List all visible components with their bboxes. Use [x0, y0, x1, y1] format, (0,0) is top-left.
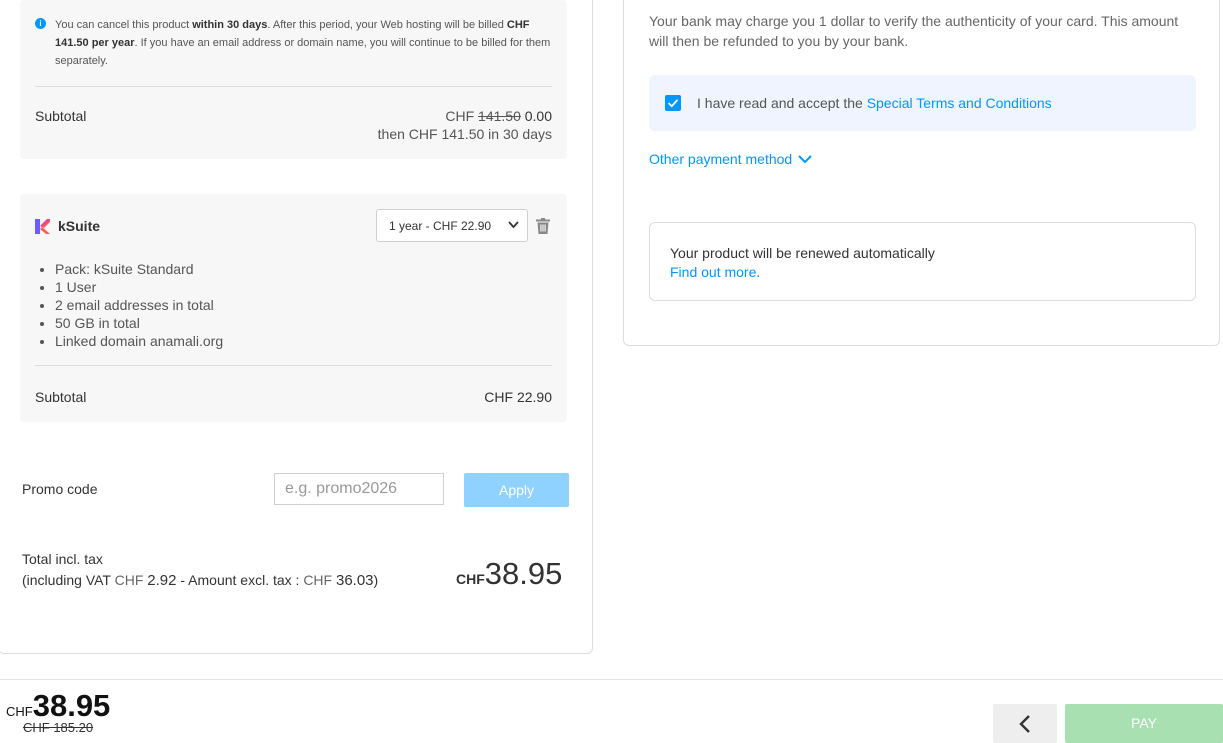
footer-old-price: CHF 185.20	[23, 720, 94, 735]
hosting-subtotal-value: CHF 141.50 0.00 then CHF 141.50 in 30 da…	[377, 108, 552, 142]
ksuite-logo-icon	[35, 219, 50, 234]
total-title: Total incl. tax	[22, 551, 103, 567]
other-payment-method-toggle[interactable]: Other payment method	[649, 151, 812, 167]
vat-breakdown: (including VAT CHF 2.92 - Amount excl. t…	[22, 572, 379, 589]
total-label: Total incl. tax (including VAT CHF 2.92 …	[22, 549, 378, 591]
list-item: 50 GB in total	[55, 314, 223, 332]
cancel-info-text: You can cancel this product within 30 da…	[55, 19, 551, 67]
list-item: 1 User	[55, 278, 223, 296]
chevron-left-icon	[1019, 714, 1030, 733]
cancel-info: i You can cancel this product within 30 …	[35, 16, 555, 70]
list-item: Pack: kSuite Standard	[55, 260, 223, 278]
terms-acceptance-box: I have read and accept the Special Terms…	[649, 75, 1196, 131]
checkout-footer: CHF38.95 CHF 185.20 PAY	[0, 679, 1223, 743]
auto-renew-title: Your product will be renewed automatical…	[670, 245, 935, 261]
find-out-more-link[interactable]: Find out more.	[670, 264, 760, 280]
payment-card: Your bank may charge you 1 dollar to ver…	[623, 0, 1220, 346]
ksuite-subtotal-label: Subtotal	[35, 389, 87, 405]
cart-summary-card: i You can cancel this product within 30 …	[0, 0, 593, 654]
back-button[interactable]	[993, 704, 1057, 743]
ksuite-duration-select[interactable]: 1 year - CHF 22.90	[376, 209, 528, 242]
auto-renew-notice: Your product will be renewed automatical…	[649, 222, 1196, 301]
terms-link[interactable]: Special Terms and Conditions	[867, 95, 1052, 111]
info-icon: i	[35, 18, 46, 29]
divider	[35, 365, 552, 366]
promo-code-input[interactable]	[274, 473, 444, 505]
trash-icon[interactable]	[536, 218, 550, 234]
ksuite-block: kSuite 1 year - CHF 22.90 Pack: kSuite S…	[20, 194, 567, 422]
other-payment-method-label: Other payment method	[649, 151, 793, 167]
divider	[35, 86, 552, 87]
list-item: Linked domain anamali.org	[55, 332, 223, 350]
footer-total-price: CHF38.95	[6, 688, 111, 723]
list-item: 2 email addresses in total	[55, 296, 223, 314]
terms-checkbox[interactable]	[665, 95, 681, 111]
ksuite-title: kSuite	[58, 218, 101, 234]
hosting-subtotal-label: Subtotal	[35, 108, 87, 124]
ksuite-feature-list: Pack: kSuite Standard 1 User 2 email add…	[55, 260, 223, 350]
apply-promo-button[interactable]: Apply	[464, 473, 569, 507]
promo-code-label: Promo code	[22, 481, 98, 497]
bank-verification-notice: Your bank may charge you 1 dollar to ver…	[649, 13, 1179, 49]
web-hosting-block: i You can cancel this product within 30 …	[20, 0, 567, 159]
total-amount: CHF38.95	[456, 556, 563, 591]
chevron-down-icon	[508, 221, 519, 229]
pay-button[interactable]: PAY	[1065, 704, 1223, 743]
checkmark-icon	[667, 99, 679, 108]
ksuite-subtotal-value: CHF 22.90	[484, 389, 552, 405]
ksuite-duration-value: 1 year - CHF 22.90	[389, 219, 492, 233]
terms-label: I have read and accept the Special Terms…	[697, 95, 1052, 111]
chevron-down-icon	[798, 155, 812, 164]
